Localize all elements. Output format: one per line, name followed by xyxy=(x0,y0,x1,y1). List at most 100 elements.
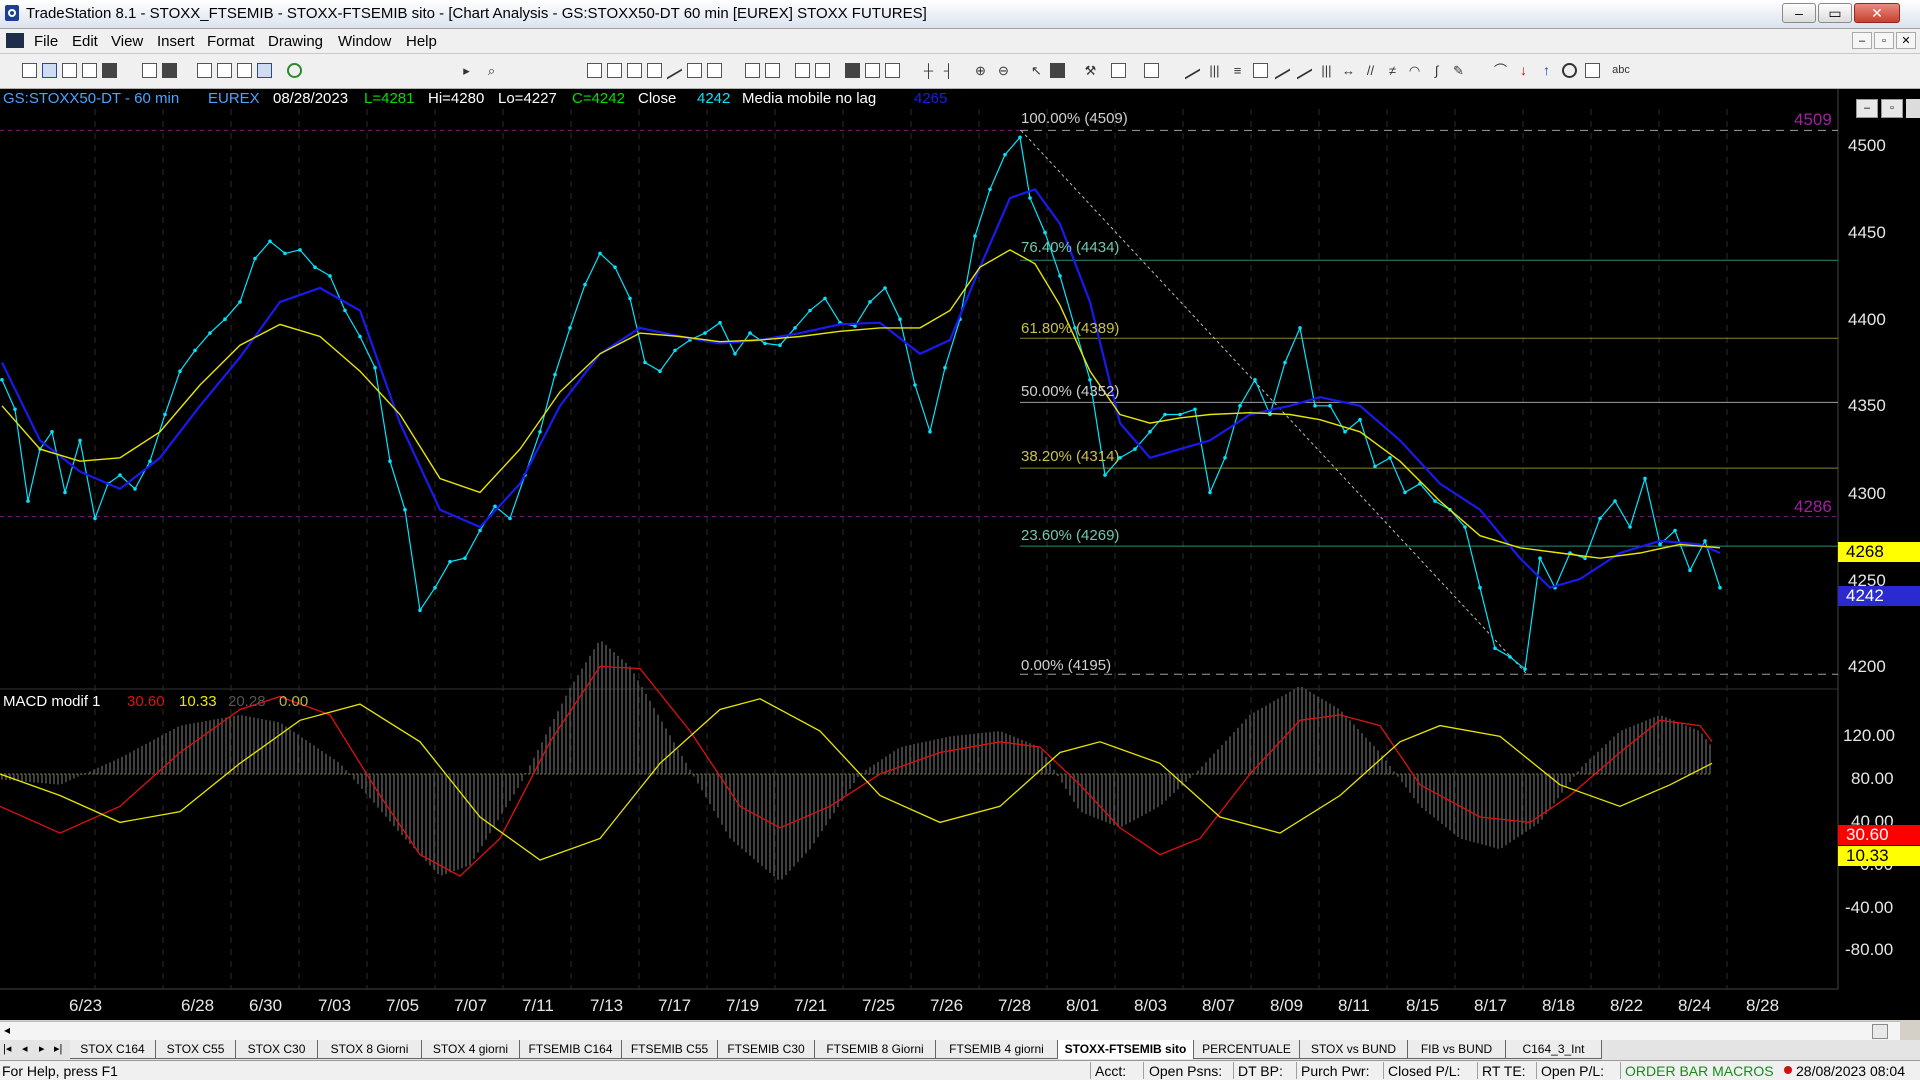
tab-ftsemib-4-giorni[interactable]: FTSEMIB 4 giorni xyxy=(936,1040,1058,1059)
menu-insert[interactable]: Insert xyxy=(157,33,195,50)
zoom-out-icon[interactable]: ⊖ xyxy=(996,63,1011,78)
bar-spacing-icon[interactable]: ┼ xyxy=(921,63,936,78)
chart-canvas[interactable] xyxy=(0,89,1920,1020)
globe-icon[interactable] xyxy=(287,63,302,78)
down-arrow-red-icon[interactable]: ↓ xyxy=(1516,63,1531,78)
new-window-icon[interactable] xyxy=(62,63,77,78)
tab-stox-8-giorni[interactable]: STOX 8 Giorni xyxy=(318,1040,422,1059)
horizontal-scrollbar[interactable]: ◂ xyxy=(0,1021,1900,1041)
tile-icon[interactable] xyxy=(765,63,780,78)
fib-fan-icon[interactable]: ∫ xyxy=(1429,63,1444,78)
tab-stox-c55[interactable]: STOX C55 xyxy=(156,1040,236,1059)
arrow-lr-icon[interactable]: ↔ xyxy=(1341,63,1356,78)
menu-window[interactable]: Window xyxy=(338,33,391,50)
refresh-icon[interactable] xyxy=(707,63,722,78)
tab-nav-prev-icon[interactable]: ◂ xyxy=(22,1042,28,1055)
horizontal-lines-icon[interactable]: ≡ xyxy=(1230,63,1245,78)
tab-stox-c30[interactable]: STOX C30 xyxy=(236,1040,318,1059)
tab-percentuale[interactable]: PERCENTUALE xyxy=(1194,1040,1300,1059)
menu-drawing[interactable]: Drawing xyxy=(268,33,323,50)
matrix-icon[interactable] xyxy=(795,63,810,78)
layout-3-icon[interactable] xyxy=(627,63,642,78)
tab-ftsemib-c30[interactable]: FTSEMIB C30 xyxy=(718,1040,815,1059)
open-folder-icon[interactable] xyxy=(42,63,57,78)
up-arrow-blue-icon[interactable]: ↑ xyxy=(1539,63,1554,78)
tab-stox-vs-bund[interactable]: STOX vs BUND xyxy=(1300,1040,1408,1059)
curve-icon[interactable]: ⌒ xyxy=(1493,63,1508,78)
pencil-icon[interactable]: ✎ xyxy=(1451,63,1466,78)
print-preview-icon[interactable] xyxy=(142,63,157,78)
play-arrow-icon[interactable]: ▸ xyxy=(459,63,474,78)
order-bar-macros-label[interactable]: ORDER BAR MACROS xyxy=(1625,1063,1774,1079)
new-file-icon[interactable] xyxy=(22,63,37,78)
strategy-icon[interactable] xyxy=(257,63,272,78)
bar-chart-icon[interactable] xyxy=(845,63,860,78)
close-button[interactable]: ✕ xyxy=(1854,3,1900,23)
parallel-icon[interactable]: ≠ xyxy=(1385,63,1400,78)
table-icon[interactable] xyxy=(647,63,662,78)
format-analysis-icon[interactable] xyxy=(217,63,232,78)
maximize-button[interactable]: ▭ xyxy=(1818,3,1852,23)
ellipse-icon[interactable] xyxy=(1562,63,1577,78)
bar-compress-icon[interactable]: ┤ xyxy=(941,63,956,78)
scanner-icon[interactable] xyxy=(815,63,830,78)
zoom-in-icon[interactable]: ⊕ xyxy=(973,63,988,78)
fan-lines-icon[interactable] xyxy=(1297,60,1312,80)
menu-format[interactable]: Format xyxy=(207,33,255,50)
tradestation-app-icon[interactable] xyxy=(5,5,19,21)
tab-ftsemib-8-giorni[interactable]: FTSEMIB 8 Giorni xyxy=(815,1040,936,1059)
hammer-icon[interactable]: ⚒ xyxy=(1083,63,1098,78)
trendline-icon[interactable] xyxy=(1185,60,1200,80)
tab-c164-3-int[interactable]: C164_3_Int xyxy=(1506,1040,1602,1059)
print-icon[interactable] xyxy=(162,63,177,78)
menu-help[interactable]: Help xyxy=(406,33,437,50)
menu-edit[interactable]: Edit xyxy=(72,33,98,50)
chart-line-icon[interactable] xyxy=(667,60,682,80)
layout-1-icon[interactable] xyxy=(587,63,602,78)
tab-fib-vs-bund[interactable]: FIB vs BUND xyxy=(1408,1040,1506,1059)
tab-nav-last-icon[interactable]: ▸| xyxy=(54,1042,62,1055)
export-icon[interactable] xyxy=(1111,63,1126,78)
link-icon[interactable] xyxy=(687,63,702,78)
rectangle-icon[interactable] xyxy=(1253,63,1268,78)
tab-stox-4-giorni[interactable]: STOX 4 giorni xyxy=(422,1040,520,1059)
minimize-button[interactable]: – xyxy=(1782,3,1816,23)
speed-lines-icon[interactable] xyxy=(1275,60,1290,80)
pointer-icon[interactable]: ↖ xyxy=(1029,63,1044,78)
text-label-icon[interactable]: abc xyxy=(1610,63,1632,78)
tab-nav-next-icon[interactable]: ▸ xyxy=(39,1042,45,1055)
insert-analysis-icon[interactable] xyxy=(197,63,212,78)
gann-icon[interactable]: ||| xyxy=(1319,63,1334,78)
vertical-lines-icon[interactable]: ||| xyxy=(1207,63,1222,78)
data-tip-icon[interactable] xyxy=(1050,63,1065,78)
quote-icon[interactable] xyxy=(865,63,880,78)
copy-icon[interactable] xyxy=(82,63,97,78)
tab-ftsemib-c164[interactable]: FTSEMIB C164 xyxy=(520,1040,622,1059)
menu-view[interactable]: View xyxy=(111,33,143,50)
subgraph-restore-button[interactable]: ▫ xyxy=(1881,99,1903,118)
mdi-restore-button[interactable]: ▫ xyxy=(1874,32,1894,49)
tab-stoxx-ftsemib-sito[interactable]: STOXX-FTSEMIB sito xyxy=(1058,1040,1194,1059)
layout-2-icon[interactable] xyxy=(607,63,622,78)
tab-stox-c164[interactable]: STOX C164 xyxy=(70,1040,156,1059)
fib-arc-icon[interactable]: ◠ xyxy=(1407,63,1422,78)
save-icon[interactable] xyxy=(102,63,117,78)
chart-area[interactable]: GS:STOXX50-DT - 60 min EUREX 08/28/2023 … xyxy=(0,89,1920,1020)
tab-nav-first-icon[interactable]: |◂ xyxy=(3,1042,11,1055)
box-icon[interactable] xyxy=(1585,63,1600,78)
tab-ftsemib-c55[interactable]: FTSEMIB C55 xyxy=(622,1040,718,1059)
chart-window-icon[interactable] xyxy=(6,33,24,48)
radar-icon[interactable] xyxy=(885,63,900,78)
find-icon[interactable]: ⌕ xyxy=(484,63,499,78)
clear-icon[interactable] xyxy=(1144,63,1159,78)
channel-icon[interactable]: // xyxy=(1363,63,1378,78)
window-icon[interactable] xyxy=(745,63,760,78)
menu-file[interactable]: File xyxy=(34,33,58,50)
subgraph-scroll-handle[interactable] xyxy=(1906,99,1920,118)
mdi-close-button[interactable]: ✕ xyxy=(1896,32,1916,49)
scroll-left-icon[interactable]: ◂ xyxy=(4,1023,10,1037)
subgraph-minimize-button[interactable]: – xyxy=(1856,99,1878,118)
mdi-minimize-button[interactable]: – xyxy=(1852,32,1872,49)
scroll-thumb[interactable] xyxy=(1872,1024,1888,1039)
lock-icon[interactable] xyxy=(237,63,252,78)
